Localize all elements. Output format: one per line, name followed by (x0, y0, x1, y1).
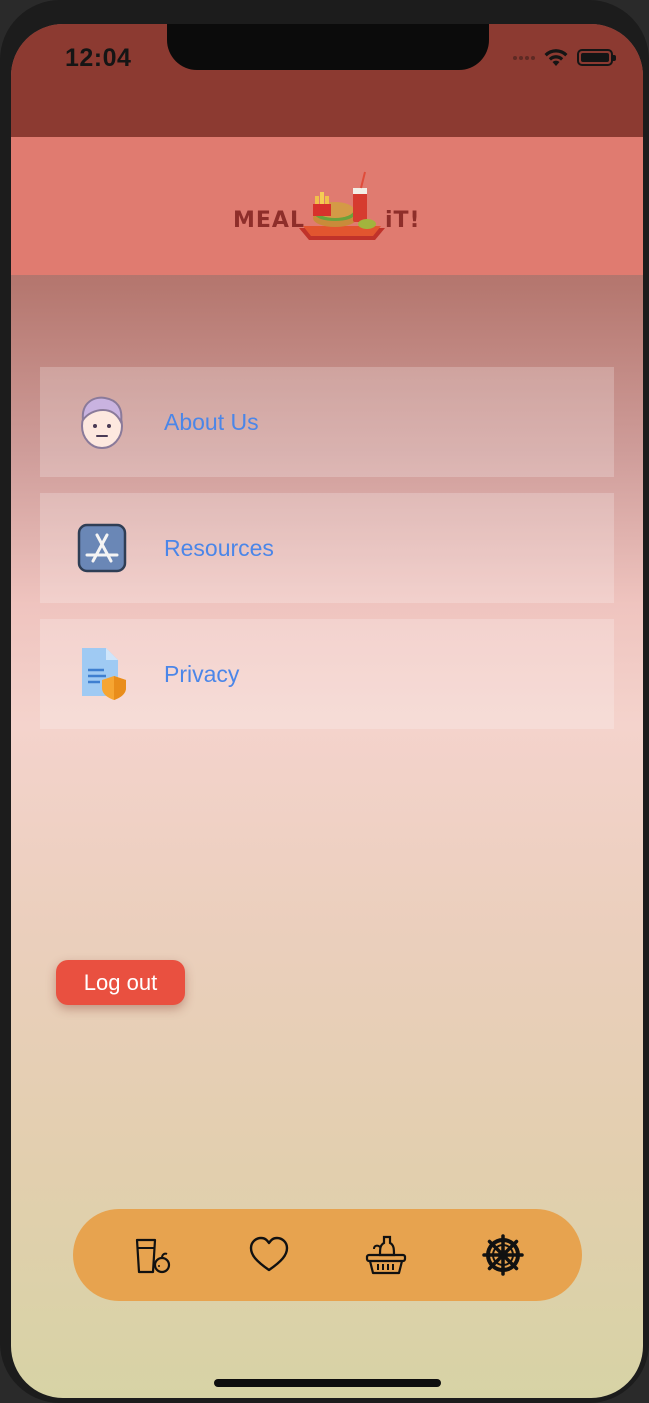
basket-icon (366, 1235, 407, 1275)
menu-item-resources[interactable]: Resources (40, 493, 614, 603)
tab-basket[interactable] (356, 1225, 416, 1285)
tab-settings[interactable] (473, 1225, 533, 1285)
privacy-document-shield-icon (40, 619, 164, 729)
logout-button[interactable]: Log out (56, 960, 185, 1005)
phone-frame: 12:04 MEAL iT! About Us Resources Privac… (0, 0, 649, 1403)
meal-it-logo: MEAL iT! (227, 166, 427, 246)
battery-icon (577, 49, 616, 66)
menu-item-privacy[interactable]: Privacy (40, 619, 614, 729)
menu-label-about-us: About Us (164, 408, 259, 435)
menu-label-privacy: Privacy (164, 660, 240, 687)
cellular-signal-icon (513, 55, 535, 60)
status-icons (513, 48, 616, 67)
app-header: MEAL iT! (11, 137, 643, 275)
status-time: 12:04 (65, 44, 132, 72)
logo-text-right: iT! (385, 208, 421, 233)
menu-label-resources: Resources (164, 534, 274, 561)
app-screen: 12:04 MEAL iT! About Us Resources Privac… (11, 24, 643, 1398)
status-bar: 12:04 (11, 24, 643, 137)
home-indicator[interactable] (214, 1379, 441, 1387)
app-store-icon (40, 493, 164, 603)
tab-favorites[interactable] (239, 1225, 299, 1285)
wifi-icon (544, 49, 568, 66)
menu-item-about-us[interactable]: About Us (40, 367, 614, 477)
settings-wheel-icon (482, 1234, 525, 1276)
food-tray-logo-icon (299, 171, 385, 240)
camera-notch (167, 24, 489, 70)
settings-menu: About Us Resources Privacy (40, 367, 614, 745)
person-face-icon (40, 367, 164, 477)
heart-icon (249, 1236, 289, 1272)
drink-food-icon (135, 1238, 170, 1274)
bottom-tab-bar (73, 1209, 582, 1301)
tab-groceries[interactable] (122, 1225, 182, 1285)
